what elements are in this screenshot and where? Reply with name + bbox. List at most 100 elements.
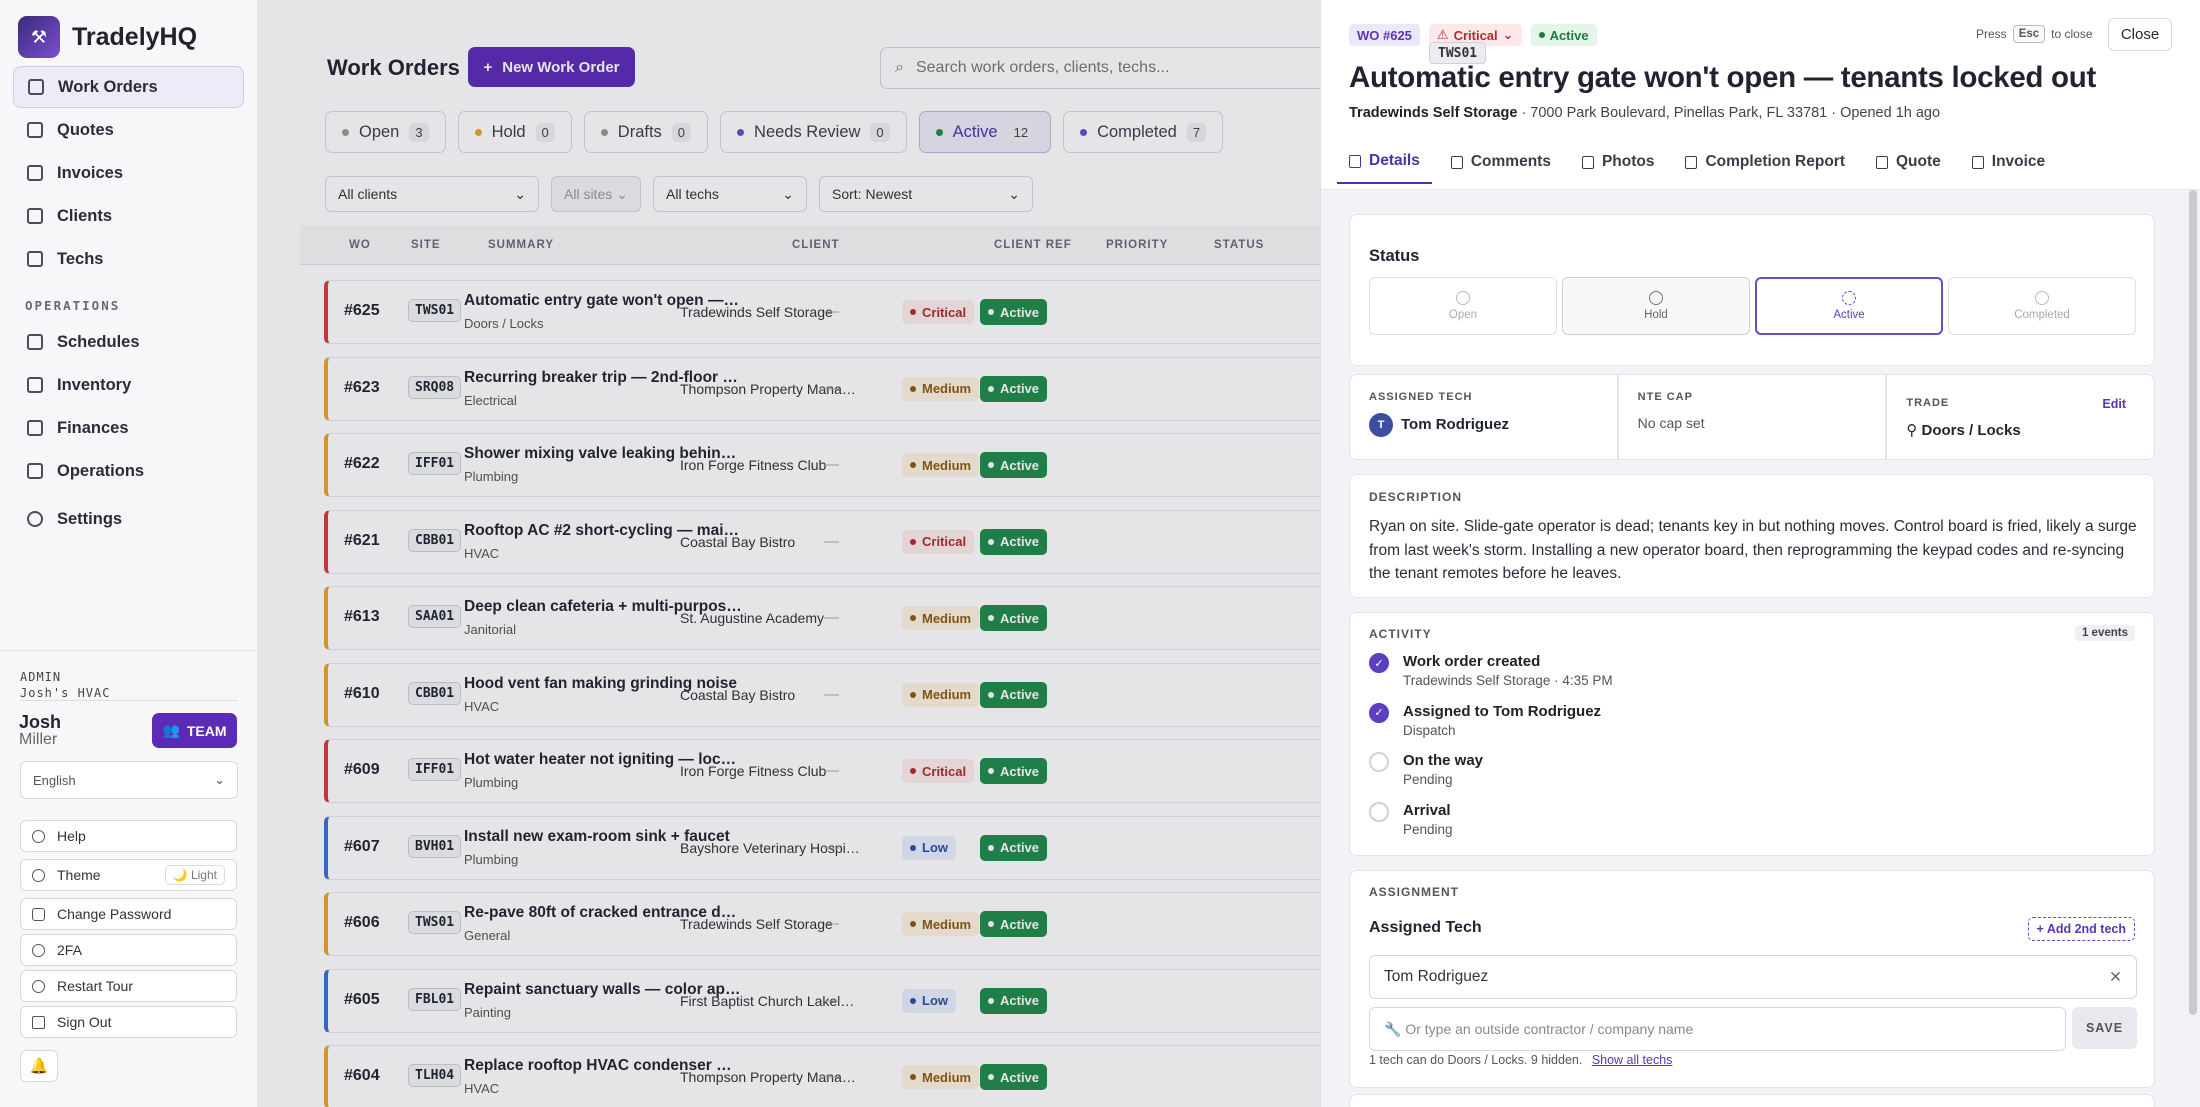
sort-select[interactable]: Sort: Newest ⌄ (819, 176, 1033, 212)
sidebar-item-operations[interactable]: Operations (13, 450, 244, 492)
activity-subtitle: Dispatch (1403, 722, 1456, 738)
trade: Electrical (464, 392, 517, 408)
priority-dot (910, 538, 916, 545)
sidebar-item-schedules[interactable]: Schedules (13, 321, 244, 363)
search-bar[interactable]: ⌕ Search work orders, clients, techs... (880, 47, 1320, 89)
search-input[interactable]: Search work orders, clients, techs... (916, 59, 1169, 77)
table-row[interactable]: #613 SAA01 Deep clean cafeteria + multi-pu… (324, 586, 1320, 650)
assigned-tech-input[interactable]: Tom Rodriguez ✕ (1369, 955, 2137, 999)
table-row[interactable]: #609 IFF01 Hot water heater not igniting —… (324, 739, 1320, 803)
table-row[interactable]: #621 CBB01 Rooftop AC #2 short-cycling — m… (324, 509, 1320, 574)
tab-invoice[interactable]: Invoice (1971, 152, 2045, 184)
document-icon (1875, 155, 1888, 169)
sidebar-item-work-orders[interactable]: Work Orders (13, 66, 244, 108)
table-row[interactable]: #625 TWS01 Automatic entry gate won't open… (324, 280, 1320, 344)
clients-select[interactable]: All clients ⌄ (325, 176, 539, 212)
tab-open[interactable]: Open 3 (325, 111, 446, 153)
status-option-completed[interactable]: Completed (1948, 277, 2136, 335)
change-password-button[interactable]: Change Password (20, 898, 237, 930)
tab-photos[interactable]: Photos (1581, 152, 1654, 184)
sidebar-item-clients[interactable]: Clients (13, 195, 244, 237)
status-option-open[interactable]: Open (1369, 277, 1557, 335)
trade: Painting (464, 1004, 511, 1020)
nte-cap-cell: NTE CAP No cap set (1617, 374, 1887, 460)
wo-number: #605 (344, 990, 380, 1008)
drawer-header: WO #625 TWS01 ⚠ Critical ⌄ Active Press Esc… (1321, 0, 2200, 190)
chevron-down-icon: ⌄ (616, 185, 628, 202)
status-dot (988, 921, 994, 927)
priority-dot (910, 768, 916, 774)
priority-badge: Low (902, 988, 956, 1013)
tab-drafts[interactable]: Drafts 0 (583, 111, 709, 153)
tab-quote[interactable]: Quote (1875, 152, 1941, 184)
save-button[interactable]: SAVE (2072, 1007, 2137, 1049)
status-option-hold[interactable]: Hold (1562, 277, 1750, 335)
table-row[interactable]: #607 BVH01 Install new exam-room sink + fa… (324, 815, 1320, 880)
tab-hold[interactable]: Hold 0 (457, 111, 572, 153)
show-all-techs-link[interactable]: Show all techs (1592, 1053, 1673, 1067)
sidebar: ⚒ TradelyHQ Work Orders Quotes Invoices … (0, 0, 258, 1107)
help-button[interactable]: Help (20, 820, 237, 852)
activity-title: Arrival (1403, 801, 1451, 819)
wo-number: #607 (344, 837, 380, 855)
site-code: SRQ08 (408, 375, 462, 399)
sidebar-item-techs[interactable]: Techs (13, 238, 244, 280)
table-row[interactable]: #605 FBL01 Repaint sanctuary walls — color… (324, 968, 1320, 1033)
priority-badge: Critical (902, 529, 975, 554)
theme-button[interactable]: Theme 🌙 Light (20, 859, 237, 891)
wo-number: #606 (344, 914, 380, 931)
team-button[interactable]: 👥 TEAM (152, 713, 237, 748)
wo-number: #610 (344, 684, 380, 702)
sidebar-item-finances[interactable]: Finances (13, 407, 244, 449)
notifications-button[interactable]: 🔔 (20, 1050, 58, 1082)
tab-comments[interactable]: Comments (1450, 152, 1551, 184)
column-priority[interactable]: PRIORITY (1106, 239, 1168, 251)
brand[interactable]: ⚒ TradelyHQ (18, 16, 197, 58)
table-row[interactable]: #610 CBB01 Hood vent fan making grinding n… (324, 662, 1320, 727)
new-work-order-button[interactable]: + New Work Order (468, 47, 635, 87)
clear-icon[interactable]: ✕ (2109, 968, 2122, 987)
column-wo[interactable]: WO (349, 239, 371, 251)
status-option-active[interactable]: Active (1755, 277, 1943, 335)
techs-select[interactable]: All techs ⌄ (653, 176, 807, 212)
sidebar-item-invoices[interactable]: Invoices (13, 152, 244, 194)
column-site[interactable]: SITE (411, 239, 441, 251)
tab-completion-report[interactable]: Completion Report (1685, 152, 1845, 184)
status-badge: Active (980, 299, 1048, 325)
language-select[interactable]: English ⌄ (20, 761, 238, 799)
status-badge: Active (980, 375, 1048, 402)
client-ref: — (824, 762, 839, 779)
sidebar-item-quotes[interactable]: Quotes (13, 109, 244, 151)
column-summary[interactable]: SUMMARY (488, 239, 554, 251)
add-2nd-tech-button[interactable]: + Add 2nd tech (2027, 917, 2135, 941)
table-row[interactable]: #622 IFF01 Shower mixing valve leaking beh… (324, 433, 1320, 497)
site-code: TWS01 (408, 299, 462, 322)
tab-completed[interactable]: Completed 7 (1063, 111, 1224, 153)
column-client-ref[interactable]: CLIENT REF (994, 239, 1072, 251)
drawer-scrollbar[interactable] (2189, 190, 2197, 1015)
restart-tour-button[interactable]: Restart Tour (20, 970, 237, 1002)
close-button[interactable]: Close (2108, 18, 2172, 51)
client-name[interactable]: Tradewinds Self Storage (1349, 105, 1517, 121)
tab-needs-review[interactable]: Needs Review 0 (720, 111, 907, 153)
tab-active[interactable]: Active 12 (918, 111, 1052, 153)
column-client[interactable]: CLIENT (792, 239, 840, 251)
assigned-tech-heading: Assigned Tech (1369, 919, 1482, 936)
table-row[interactable]: #604 TLH04 Replace rooftop HVAC condenser … (324, 1045, 1320, 1107)
table-row[interactable]: #623 SRQ08 Recurring breaker trip — 2nd-fl… (324, 356, 1320, 421)
tab-details[interactable]: Details (1337, 152, 1432, 184)
calendar-icon (27, 334, 43, 350)
assigned-tech-name: Tom Rodriguez (1401, 415, 1510, 433)
2fa-button[interactable]: 2FA (20, 934, 237, 966)
sidebar-item-settings[interactable]: Settings (13, 498, 244, 540)
sign-out-button[interactable]: Sign Out (20, 1006, 237, 1038)
sidebar-item-inventory[interactable]: Inventory (13, 364, 244, 406)
activity-card: ACTIVITY 1 events ✓ Work order created Tra… (1349, 612, 2155, 856)
table-row[interactable]: #606 TWS01 Re-pave 80ft of cracked entranc… (324, 892, 1320, 956)
contractor-input[interactable]: 🔧 Or type an outside contractor / compan… (1369, 1007, 2066, 1051)
trade-edit-link[interactable]: Edit (2102, 397, 2126, 411)
trade: HVAC (464, 1081, 500, 1096)
site-code: SAA01 (408, 605, 462, 628)
column-status[interactable]: STATUS (1214, 239, 1264, 251)
status-card: Status Open Hold Active Completed (1349, 214, 2155, 366)
